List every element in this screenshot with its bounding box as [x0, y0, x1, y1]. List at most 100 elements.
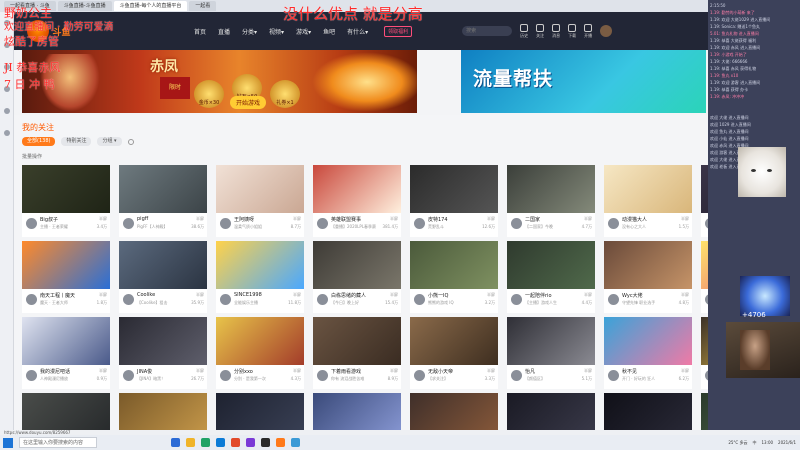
stream-thumbnail[interactable] [119, 165, 207, 213]
streamer-name[interactable]: 皮特174 [428, 216, 448, 223]
stream-card[interactable]: pigff 半屏 PigFF【人神殿】 38.6万 [119, 165, 207, 237]
stream-thumbnail[interactable] [22, 317, 110, 365]
download-button[interactable]: 下载 [568, 23, 577, 39]
streamer-avatar[interactable] [511, 370, 522, 381]
streamer-avatar[interactable] [220, 370, 231, 381]
streamer-name[interactable]: 无敌小天帝 [428, 368, 453, 375]
streamer-avatar[interactable] [123, 294, 134, 305]
stream-thumbnail[interactable] [507, 165, 595, 213]
stream-thumbnail[interactable] [507, 317, 595, 365]
filter-special[interactable]: 特别关注 [61, 137, 92, 146]
nav-category[interactable]: 分类▾ [242, 27, 257, 36]
user-avatar[interactable] [600, 25, 613, 37]
streamer-avatar[interactable] [26, 218, 37, 229]
nav-games[interactable]: 游戏▾ [296, 27, 311, 36]
stream-thumbnail[interactable] [119, 241, 207, 289]
streamer-avatar[interactable] [220, 294, 231, 305]
streamer-avatar[interactable] [608, 218, 619, 229]
stream-thumbnail[interactable] [604, 317, 692, 365]
stream-card[interactable]: 一起陪伴rio 半屏 【主播】游戏人生 4.4万 [507, 241, 595, 313]
browser-tab-active[interactable]: 斗鱼直播-每个人的直播平台 [113, 1, 188, 11]
streamer-avatar[interactable] [220, 218, 231, 229]
obs-icon[interactable] [231, 438, 240, 447]
streamer-avatar[interactable] [608, 294, 619, 305]
stream-thumbnail[interactable] [410, 241, 498, 289]
streamer-avatar[interactable] [317, 218, 328, 229]
promo-link[interactable]: 领取福利 [384, 25, 413, 37]
store-icon[interactable] [216, 438, 225, 447]
stream-card[interactable]: 动漫猫大人 半屏 没有心之大人 1.5万 [604, 165, 692, 237]
streamer-avatar[interactable] [414, 294, 425, 305]
streamer-avatar[interactable] [317, 370, 328, 381]
search-input[interactable] [462, 26, 513, 36]
douyu-icon[interactable] [276, 438, 285, 447]
streamer-name[interactable]: 白栋思绪的藏人 [331, 292, 366, 299]
stream-card[interactable]: 英雄联盟赛事 半屏 【重播】2020LPL春季赛 381.4万 [313, 165, 401, 237]
streamer-name[interactable]: 怡凡 [525, 368, 535, 375]
stream-thumbnail[interactable] [216, 165, 304, 213]
streamer-name[interactable]: Wyc大佬 [622, 292, 643, 299]
streamer-name[interactable]: Coolike [137, 292, 155, 298]
nav-live[interactable]: 直播 [218, 27, 230, 36]
clock-time[interactable]: 13:00 [762, 440, 774, 445]
app-icon[interactable] [261, 438, 270, 447]
streamer-avatar[interactable] [123, 218, 134, 229]
streamer-avatar[interactable] [511, 218, 522, 229]
streamer-name[interactable]: JINA俊 [137, 368, 152, 375]
stream-thumbnail[interactable] [604, 165, 692, 213]
folder-icon[interactable] [186, 438, 195, 447]
streamer-avatar[interactable] [317, 294, 328, 305]
streamer-name[interactable]: 南天工程丨魔天 [40, 292, 75, 299]
streamer-name[interactable]: 小熊一IQ [428, 292, 448, 299]
stream-card[interactable]: 我的漫尼吧话 半屏 人神殿漫尼播放 0.9万 [22, 317, 110, 389]
windows-start-icon[interactable] [3, 437, 13, 448]
message-button[interactable]: 消息 [552, 23, 561, 39]
chrome-icon[interactable] [201, 438, 210, 447]
stream-thumbnail[interactable] [313, 165, 401, 213]
stream-card[interactable]: Wyc大佬 半屏 守望先锋 职业选手 4.8万 [604, 241, 692, 313]
streamer-avatar[interactable] [608, 370, 619, 381]
stream-thumbnail[interactable] [313, 317, 401, 365]
stream-card[interactable]: 分别xxo 半屏 分别 · 是我第一次 4.3万 [216, 317, 304, 389]
ime-indicator[interactable]: 中 [753, 440, 757, 446]
stream-thumbnail[interactable] [604, 241, 692, 289]
browser-tab[interactable]: 一起看 [189, 1, 217, 11]
streamer-name[interactable]: 我的漫尼吧话 [40, 368, 70, 375]
stream-thumbnail[interactable] [216, 317, 304, 365]
stream-card[interactable]: 小熊一IQ 半屏 熊熊的游戏 IQ 3.2万 [410, 241, 498, 313]
stream-thumbnail[interactable] [22, 165, 110, 213]
streamer-name[interactable]: 二国家 [525, 216, 540, 223]
info-icon[interactable] [127, 138, 134, 145]
nav-yuba[interactable]: 鱼吧 [323, 27, 335, 36]
edge-icon[interactable] [171, 438, 180, 447]
stream-thumbnail[interactable] [119, 317, 207, 365]
streamer-avatar[interactable] [414, 370, 425, 381]
stream-card[interactable]: 皮特174 半屏 荒野乱斗 12.6万 [410, 165, 498, 237]
stream-card[interactable]: Big叔子 半屏 主播 · 王者荣耀 3.4万 [22, 165, 110, 237]
stream-card[interactable]: SINCE1998 半屏 全能娱乐主播 11.8万 [216, 241, 304, 313]
stream-card[interactable]: JINA俊 半屏 【JINA】暗黑！ 26.7万 [119, 317, 207, 389]
batch-action[interactable]: 批量操作 [22, 153, 42, 160]
streamer-name[interactable]: 英雄联盟赛事 [331, 216, 361, 223]
app-icon[interactable] [246, 438, 255, 447]
streamer-name[interactable]: 动漫猫大人 [622, 216, 647, 223]
sidebar-item[interactable] [0, 100, 13, 122]
streamer-name[interactable]: pigff [137, 216, 148, 222]
nav-more[interactable]: 有什么▾ [347, 27, 368, 36]
streamer-name[interactable]: Big叔子 [40, 216, 58, 223]
stream-card[interactable]: 二国家 半屏 【二国家】今晚 4.7万 [507, 165, 595, 237]
streamer-name[interactable]: 分别xxo [234, 368, 253, 375]
browser-tab[interactable]: 斗鱼直播-斗鱼直播 [57, 1, 112, 11]
stream-card[interactable]: 怡凡 半屏 【颜值区】 5.1万 [507, 317, 595, 389]
start-game-button[interactable]: 开始游戏 [230, 96, 267, 109]
stream-card[interactable]: 王阿姨呀 半屏 温柔气质小姐姐 8.7万 [216, 165, 304, 237]
app-icon[interactable] [291, 438, 300, 447]
stream-thumbnail[interactable] [313, 241, 401, 289]
nav-home[interactable]: 首页 [194, 27, 206, 36]
stream-thumbnail[interactable] [410, 317, 498, 365]
broadcast-button[interactable]: 开播 [584, 23, 593, 39]
sidebar-item[interactable] [0, 122, 13, 144]
streamer-avatar[interactable] [414, 218, 425, 229]
stream-thumbnail[interactable] [216, 241, 304, 289]
filter-group[interactable]: 分组 ▾ [97, 137, 122, 146]
